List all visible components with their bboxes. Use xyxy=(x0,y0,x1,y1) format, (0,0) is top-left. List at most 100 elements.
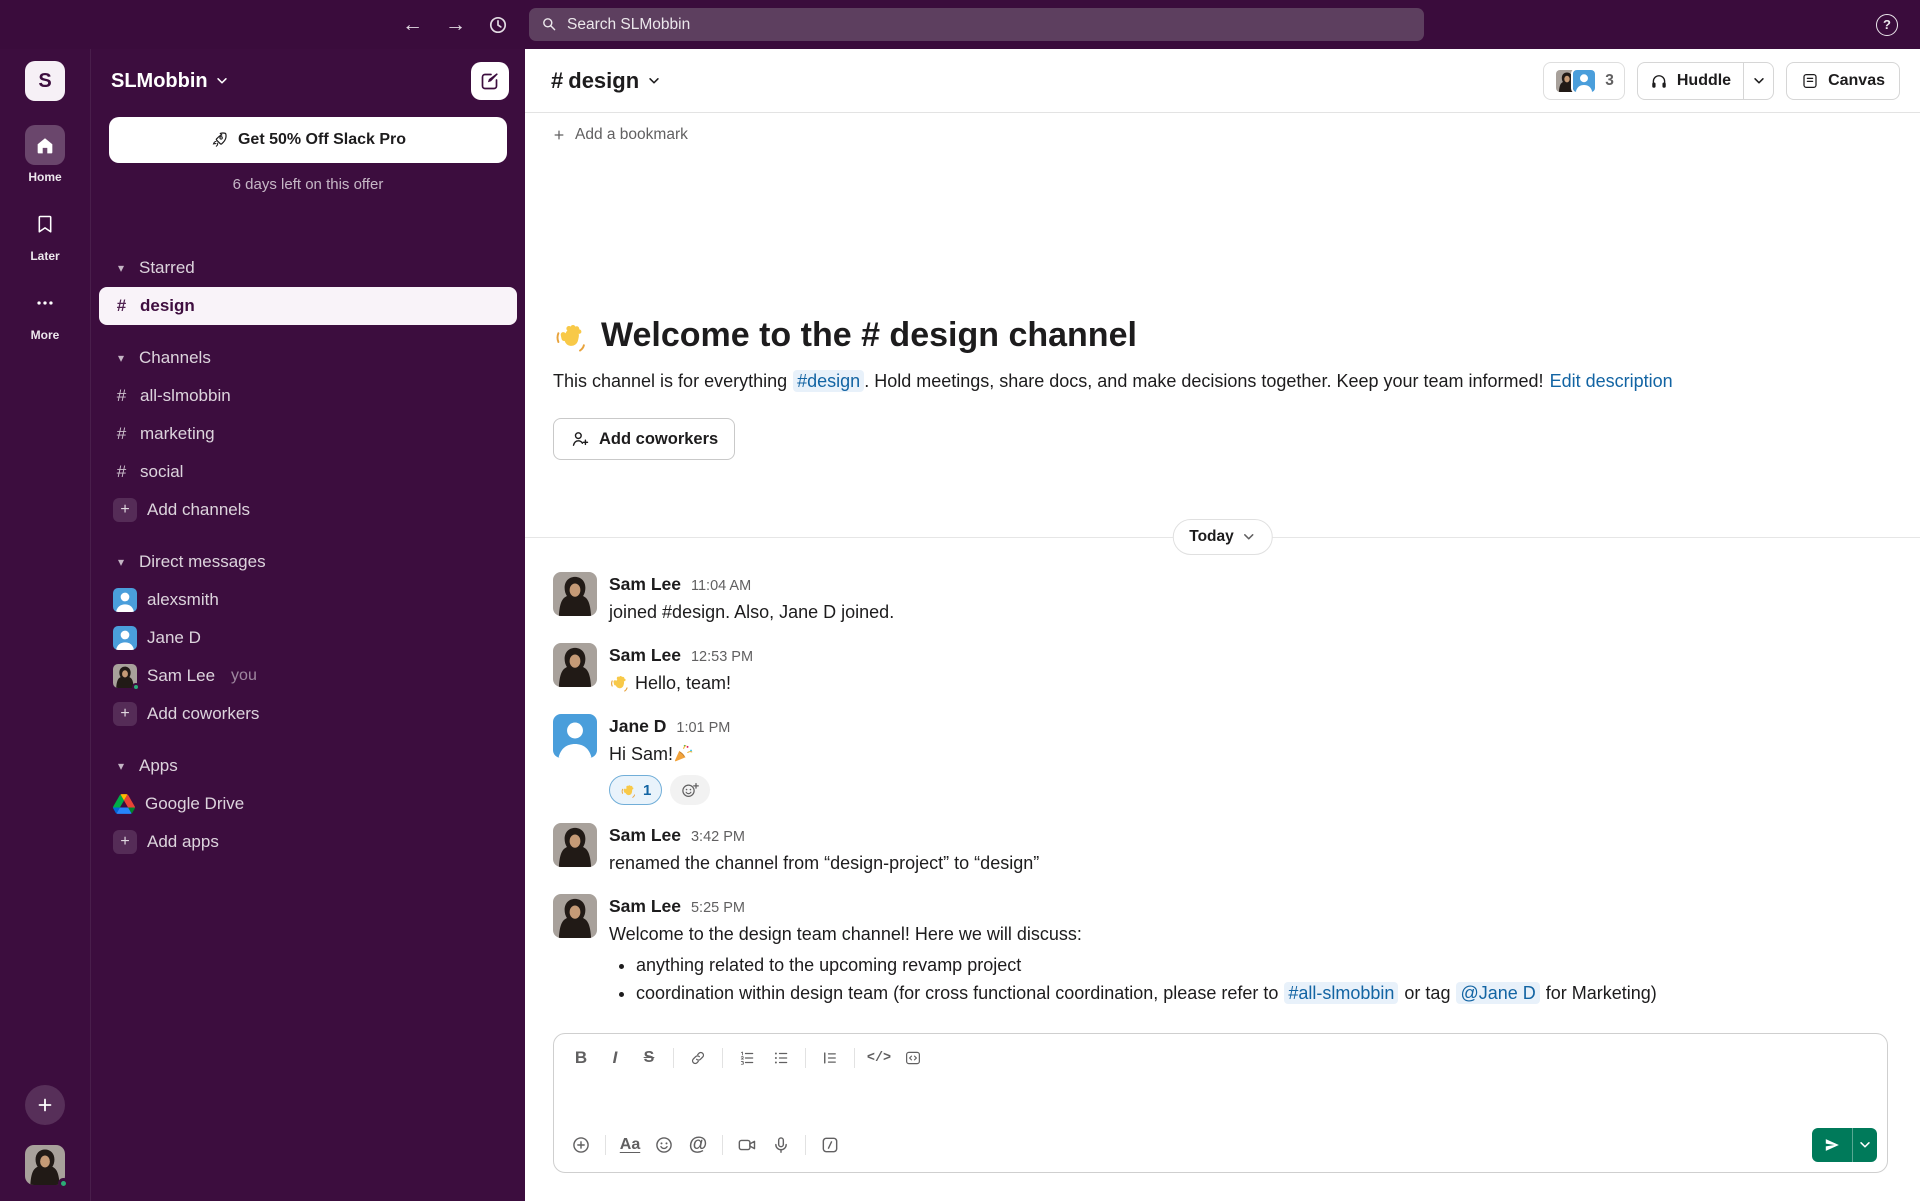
code-block-button[interactable] xyxy=(896,1042,930,1074)
message-timestamp[interactable]: 1:01 PM xyxy=(676,716,730,741)
search-input[interactable] xyxy=(529,8,1424,41)
link-button[interactable] xyxy=(681,1042,715,1074)
help-icon[interactable]: ? xyxy=(1876,13,1898,36)
message-timestamp[interactable]: 12:53 PM xyxy=(691,645,753,670)
sidebar-item-dm-sam-lee[interactable]: Sam Lee you xyxy=(99,657,517,695)
section-header-starred[interactable]: ▾ Starred xyxy=(99,249,517,287)
section-header-direct-messages[interactable]: ▾ Direct messages xyxy=(99,543,517,581)
inline-code-button[interactable]: </> xyxy=(862,1042,896,1074)
channel-label: all-slmobbin xyxy=(140,386,231,405)
message-author[interactable]: Sam Lee xyxy=(609,643,681,668)
bulleted-list-button[interactable] xyxy=(764,1042,798,1074)
description-text: . Hold meetings, share docs, and make de… xyxy=(864,371,1544,391)
sidebar-item-channel-all-slmobbin[interactable]: # all-slmobbin xyxy=(99,377,517,415)
add-channels-label: Add channels xyxy=(147,500,251,519)
add-channels-button[interactable]: + Add channels xyxy=(99,491,517,529)
message-author[interactable]: Sam Lee xyxy=(609,894,681,919)
bold-button[interactable]: B xyxy=(564,1042,598,1074)
message-author[interactable]: Sam Lee xyxy=(609,823,681,848)
section-header-apps[interactable]: ▾ Apps xyxy=(99,747,517,785)
mention-button[interactable]: @ xyxy=(681,1129,715,1161)
add-coworkers-button[interactable]: Add coworkers xyxy=(553,418,736,460)
upgrade-offer-button[interactable]: Get 50% Off Slack Pro xyxy=(109,117,507,163)
user-avatar[interactable] xyxy=(25,1145,69,1189)
rail-item-later[interactable]: Later xyxy=(25,204,65,263)
bullet-text: coordination within design team (for cro… xyxy=(636,983,1279,1003)
rail-item-more[interactable]: More xyxy=(25,283,65,342)
tada-emoji xyxy=(673,743,694,764)
mention-jane-d[interactable]: @Jane D xyxy=(1456,982,1540,1004)
send-options-button[interactable] xyxy=(1852,1128,1877,1162)
message-timestamp[interactable]: 3:42 PM xyxy=(691,825,745,850)
italic-button[interactable]: I xyxy=(598,1042,632,1074)
member-facepile-button[interactable]: 3 xyxy=(1543,61,1625,100)
avatar[interactable] xyxy=(553,643,597,687)
channel-name: design xyxy=(568,67,640,93)
emoji-button[interactable] xyxy=(647,1129,681,1161)
avatar[interactable] xyxy=(553,894,597,938)
history-icon[interactable] xyxy=(488,15,508,35)
avatar[interactable] xyxy=(553,714,597,758)
message-input[interactable] xyxy=(554,1074,1887,1126)
person-plus-icon xyxy=(570,429,590,449)
blockquote-button[interactable] xyxy=(813,1042,847,1074)
canvas-label: Canvas xyxy=(1828,71,1885,89)
audio-clip-button[interactable] xyxy=(764,1129,798,1161)
chevron-down-icon xyxy=(647,74,661,88)
message-author[interactable]: Jane D xyxy=(609,714,666,739)
video-clip-button[interactable] xyxy=(730,1129,764,1161)
shortcuts-button[interactable] xyxy=(813,1129,847,1161)
message-timestamp[interactable]: 11:04 AM xyxy=(691,574,751,599)
huddle-options-button[interactable] xyxy=(1743,62,1773,99)
plus-icon: + xyxy=(113,498,137,522)
reaction-wave-pill[interactable]: 1 xyxy=(609,775,663,805)
search-bar[interactable] xyxy=(529,8,1424,41)
send-button[interactable] xyxy=(1812,1128,1852,1162)
section-header-channels[interactable]: ▾ Channels xyxy=(99,339,517,377)
sidebar-item-app-google-drive[interactable]: Google Drive xyxy=(99,785,517,823)
history-forward-button[interactable]: → xyxy=(445,14,466,35)
workspace-switcher-button[interactable]: S xyxy=(25,61,65,101)
date-pill-today[interactable]: Today xyxy=(1172,519,1273,555)
avatar[interactable] xyxy=(553,823,597,867)
channel-title-button[interactable]: # design xyxy=(551,68,661,94)
sidebar-item-dm-jane-d[interactable]: Jane D xyxy=(99,619,517,657)
add-reaction-button[interactable] xyxy=(670,775,711,805)
plus-icon xyxy=(552,128,566,142)
workspace-name-button[interactable]: SLMobbin xyxy=(111,70,229,93)
add-coworkers-sidebar-button[interactable]: + Add coworkers xyxy=(99,695,517,733)
formatting-toggle-button[interactable]: Aa xyxy=(613,1129,647,1161)
add-apps-button[interactable]: + Add apps xyxy=(99,823,517,861)
channel-header: # design 3 Huddle Canvas xyxy=(525,49,1920,113)
huddle-button[interactable]: Huddle xyxy=(1638,63,1743,99)
edit-description-link[interactable]: Edit description xyxy=(1550,371,1673,391)
sidebar-item-channel-design[interactable]: # design xyxy=(99,287,517,325)
date-label: Today xyxy=(1189,528,1234,545)
message-author[interactable]: Sam Lee xyxy=(609,572,681,597)
attach-plus-button[interactable] xyxy=(564,1129,598,1161)
rail-home-label: Home xyxy=(28,170,62,184)
new-message-button[interactable] xyxy=(471,62,509,100)
sidebar-item-dm-alexsmith[interactable]: alexsmith xyxy=(99,581,517,619)
message-timestamp[interactable]: 5:25 PM xyxy=(691,896,745,921)
channel-link-design[interactable]: #design xyxy=(793,370,865,392)
canvas-button[interactable]: Canvas xyxy=(1786,61,1900,100)
workspace-name: SLMobbin xyxy=(111,69,208,92)
avatar[interactable] xyxy=(553,572,597,616)
history-back-button[interactable]: ← xyxy=(402,14,423,35)
add-bookmark-button[interactable]: Add a bookmark xyxy=(525,113,1920,157)
caret-down-icon: ▾ xyxy=(117,261,125,275)
create-new-button[interactable] xyxy=(25,1085,65,1125)
top-bar: ← → ? xyxy=(0,0,1920,49)
app-label: Google Drive xyxy=(145,794,245,813)
strikethrough-button[interactable]: S xyxy=(632,1042,666,1074)
rail-item-home[interactable]: Home xyxy=(25,125,65,184)
bullet-item: coordination within design team (for cro… xyxy=(636,979,1657,1007)
channel-link-all-slmobbin[interactable]: #all-slmobbin xyxy=(1284,982,1399,1004)
avatar xyxy=(113,626,137,650)
message-text: Welcome to the design team channel! Here… xyxy=(609,924,1082,944)
sidebar-item-channel-marketing[interactable]: # marketing xyxy=(99,415,517,453)
add-coworkers-button-label: Add coworkers xyxy=(599,429,719,448)
ordered-list-button[interactable] xyxy=(730,1042,764,1074)
sidebar-item-channel-social[interactable]: # social xyxy=(99,453,517,491)
